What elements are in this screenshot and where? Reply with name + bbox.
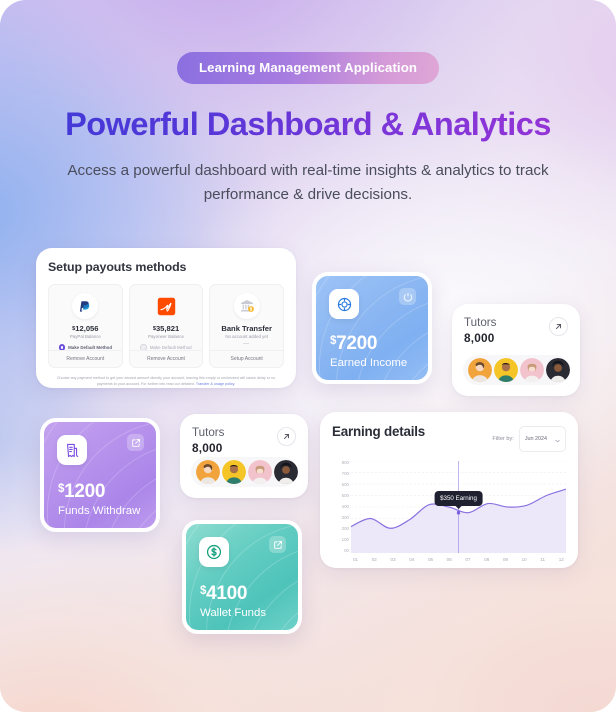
stat-tile-wallet-funds[interactable]: $4100 Wallet Funds	[182, 520, 302, 634]
avatar[interactable]	[274, 460, 298, 484]
filter-select[interactable]: Jun 2024	[518, 426, 566, 452]
x-tick: 09	[502, 557, 508, 562]
earning-plot: 800 700 600 500 400 300 200 100 00 $350	[332, 460, 567, 567]
stat-tile-funds-withdraw[interactable]: $1200 Funds Withdraw	[40, 418, 160, 532]
bank-setup-account-button[interactable]: Setup Account	[210, 350, 284, 367]
hero-section: Learning Management Application Powerful…	[0, 0, 616, 208]
external-link-icon[interactable]	[127, 434, 144, 451]
arrow-up-right-icon[interactable]	[277, 427, 296, 446]
page-title: Powerful Dashboard & Analytics	[0, 106, 616, 142]
avatar[interactable]	[468, 358, 492, 382]
x-tick: 07	[465, 557, 471, 562]
y-tick: 00	[344, 547, 349, 553]
x-tick: 05	[427, 557, 434, 562]
highlight-point	[456, 511, 461, 515]
avatar[interactable]	[222, 460, 246, 484]
payouts-disclaimer-text: Choose any payment method to get your ea…	[56, 376, 276, 387]
y-tick: 500	[341, 492, 349, 498]
tutors-avatar-group	[463, 355, 570, 385]
bank-transfer-status: No account added yet	[225, 334, 269, 339]
avatar[interactable]	[196, 460, 220, 484]
plot-canvas: $350 Earning	[350, 460, 567, 554]
arrow-up-right-icon[interactable]	[549, 317, 568, 336]
payoneer-amount: $35,821	[152, 324, 180, 333]
payoneer-icon	[153, 293, 179, 319]
stat-tile-earned-income[interactable]: $7200 Earned Income	[312, 272, 432, 384]
bank-transfer-title: Bank Transfer	[221, 324, 272, 333]
earned-income-label: Earned Income	[330, 356, 408, 369]
filter-label: Filter by:	[492, 436, 514, 442]
funds-withdraw-amount: $1200	[58, 481, 106, 502]
earning-details-card: Earning details Filter by: Jun 2024 800 …	[320, 412, 578, 568]
avatar[interactable]	[520, 358, 544, 382]
chart-tooltip: $350 Earning	[434, 490, 483, 506]
x-tick: 06	[446, 557, 452, 562]
tutors-card: Tutors 8,000	[452, 304, 580, 396]
page-subtitle: Access a powerful dashboard with real-ti…	[67, 161, 549, 204]
paypal-balance-label: PayPal Balance	[69, 334, 101, 339]
y-axis-labels: 800 700 600 500 400 300 200 100 00	[332, 460, 349, 553]
payout-method-paypal[interactable]: $12,056 PayPal Balance Make Default Meth…	[48, 284, 123, 368]
earning-header: Earning details Filter by: Jun 2024	[332, 424, 566, 452]
x-tick: 03	[390, 557, 396, 562]
avatar[interactable]	[494, 358, 518, 382]
y-tick: 700	[341, 470, 349, 476]
y-tick: 400	[341, 503, 349, 509]
x-tick: 01	[353, 557, 359, 562]
payoneer-balance-label: Payoneer Balance	[148, 334, 184, 339]
paypal-remove-account-button[interactable]: Remove Account	[49, 350, 122, 367]
payoneer-remove-account-button[interactable]: Remove Account	[129, 350, 203, 367]
wallet-funds-label: Wallet Funds	[200, 606, 267, 619]
x-axis-labels: 01 02 03 04 05 06 07 08 09 10 11 12	[353, 557, 564, 562]
y-tick: 300	[341, 514, 349, 520]
dollar-coin-icon	[199, 537, 229, 567]
x-tick: 08	[484, 557, 490, 562]
tutors-avatar-group	[191, 457, 298, 487]
y-tick: 100	[341, 536, 349, 542]
y-tick: 800	[341, 460, 349, 465]
x-tick: 04	[409, 557, 415, 562]
avatar[interactable]	[248, 460, 272, 484]
bank-transfer-placeholder: —	[243, 341, 251, 347]
payouts-card: Setup payouts methods $12,056 PayPal Bal…	[36, 248, 296, 388]
receipt-icon	[57, 435, 87, 465]
payout-method-payoneer[interactable]: $35,821 Payoneer Balance Make Default Me…	[128, 284, 204, 368]
earned-income-amount: $7200	[330, 333, 378, 354]
earning-filter: Filter by: Jun 2024	[492, 426, 566, 452]
target-icon	[329, 289, 359, 319]
paypal-icon	[72, 293, 99, 319]
payouts-disclaimer: Choose any payment method to get your ea…	[54, 375, 278, 387]
refresh-icon[interactable]	[399, 288, 416, 305]
badge-label: Learning Management Application	[176, 52, 440, 85]
bank-icon: $	[233, 293, 260, 319]
x-tick: 11	[540, 557, 546, 562]
x-tick: 12	[558, 557, 564, 562]
x-tick: 02	[371, 557, 377, 562]
svg-text:$: $	[249, 306, 252, 311]
earning-title: Earning details	[332, 424, 425, 439]
external-link-icon[interactable]	[269, 536, 286, 553]
paypal-amount: $12,056	[72, 324, 99, 333]
wallet-funds-amount: $4100	[200, 583, 248, 604]
tutors-card: Tutors 8,000	[180, 414, 308, 498]
payout-method-bank-transfer[interactable]: $ Bank Transfer No account added yet — S…	[209, 284, 285, 368]
x-tick: 10	[521, 557, 527, 562]
y-tick: 200	[341, 525, 349, 531]
payoneer-default-label: Make Default Method	[149, 344, 192, 350]
funds-withdraw-label: Funds Withdraw	[58, 504, 141, 517]
filter-value: Jun 2024	[524, 436, 547, 442]
avatar[interactable]	[546, 358, 570, 382]
chevron-down-icon	[555, 430, 560, 448]
y-tick: 600	[341, 481, 349, 487]
transfer-policy-link[interactable]: Transfer & usage policy.	[196, 382, 235, 386]
payout-methods-list: $12,056 PayPal Balance Make Default Meth…	[48, 284, 285, 368]
paypal-default-label: Make Default Method	[68, 344, 113, 350]
payouts-title: Setup payouts methods	[48, 260, 187, 274]
page-root: Learning Management Application Powerful…	[0, 0, 616, 712]
